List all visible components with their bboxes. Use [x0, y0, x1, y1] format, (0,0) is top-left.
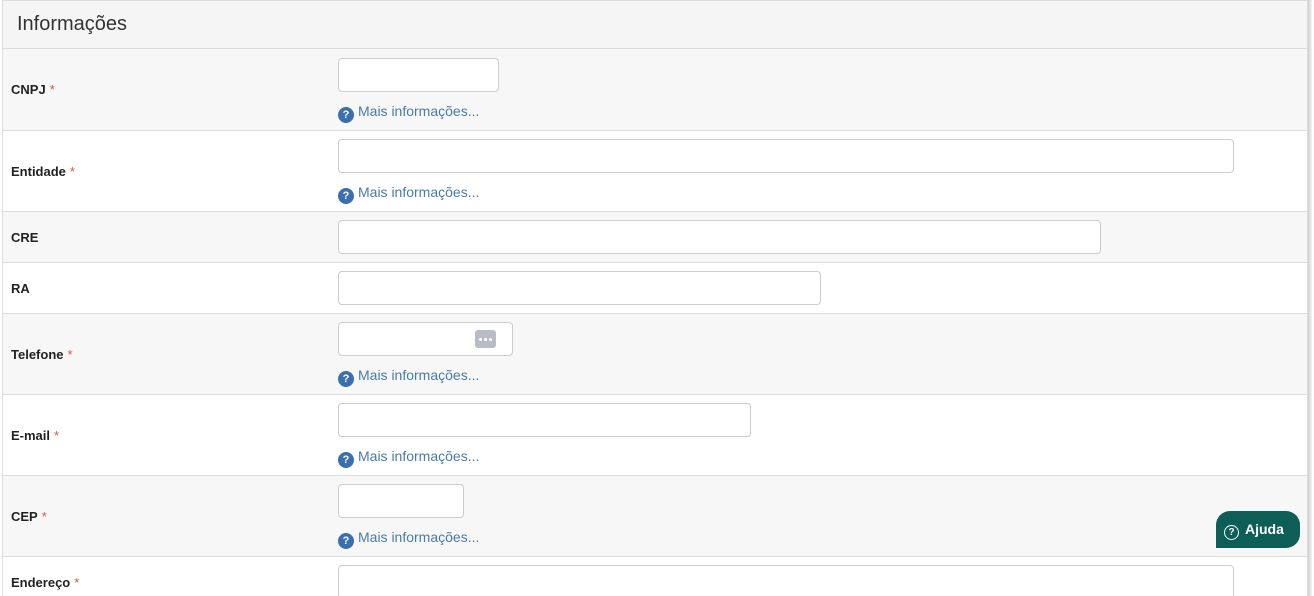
- cep-input[interactable]: [338, 484, 464, 518]
- email-more-info-link[interactable]: ? Mais informações...: [338, 447, 479, 468]
- panel-shadow: [1308, 0, 1312, 596]
- cep-label: CEP *: [11, 509, 47, 524]
- row-cep: CEP * ? Mais informações...: [3, 476, 1307, 557]
- required-mark: *: [54, 428, 60, 443]
- entidade-input[interactable]: [338, 139, 1234, 173]
- email-input[interactable]: [338, 403, 751, 437]
- required-mark: *: [74, 575, 80, 590]
- email-label: E-mail *: [11, 428, 60, 443]
- row-telefone: Telefone * ? Mais informações...: [3, 314, 1307, 395]
- question-icon: ?: [338, 371, 354, 387]
- question-icon: ?: [338, 533, 354, 549]
- required-mark: *: [69, 164, 75, 179]
- entidade-label: Entidade *: [11, 164, 75, 179]
- required-mark: *: [67, 347, 73, 362]
- telefone-more-info-link[interactable]: ? Mais informações...: [338, 366, 479, 387]
- endereco-label: Endereço *: [11, 575, 80, 590]
- row-endereco: Endereço *: [3, 557, 1307, 596]
- cnpj-label: CNPJ *: [11, 82, 55, 97]
- row-cre: CRE: [3, 212, 1307, 263]
- cep-more-info-link[interactable]: ? Mais informações...: [338, 528, 479, 549]
- password-manager-icon[interactable]: [475, 330, 496, 348]
- cre-input[interactable]: [338, 220, 1101, 254]
- cre-label: CRE: [11, 230, 39, 245]
- ra-label: RA: [11, 281, 30, 296]
- informacoes-panel: Informações CNPJ * ? Mais informações... E…: [2, 0, 1308, 596]
- row-email: E-mail * ? Mais informações...: [3, 395, 1307, 476]
- question-icon: ?: [338, 188, 354, 204]
- ra-input[interactable]: [338, 271, 821, 305]
- question-icon: ?: [338, 107, 354, 123]
- row-cnpj: CNPJ * ? Mais informações...: [3, 49, 1307, 131]
- panel-title: Informações: [3, 1, 1307, 49]
- telefone-label: Telefone *: [11, 347, 73, 362]
- required-mark: *: [49, 82, 55, 97]
- cnpj-input[interactable]: [338, 58, 499, 92]
- required-mark: *: [41, 509, 47, 524]
- entidade-more-info-link[interactable]: ? Mais informações...: [338, 183, 479, 204]
- row-ra: RA: [3, 263, 1307, 314]
- cnpj-more-info-link[interactable]: ? Mais informações...: [338, 102, 479, 123]
- endereco-input[interactable]: [338, 565, 1234, 596]
- ajuda-button[interactable]: ? Ajuda: [1216, 511, 1300, 548]
- question-circle-icon: ?: [1224, 525, 1239, 540]
- telefone-input[interactable]: [338, 322, 513, 356]
- question-icon: ?: [338, 452, 354, 468]
- row-entidade: Entidade * ? Mais informações...: [3, 131, 1307, 212]
